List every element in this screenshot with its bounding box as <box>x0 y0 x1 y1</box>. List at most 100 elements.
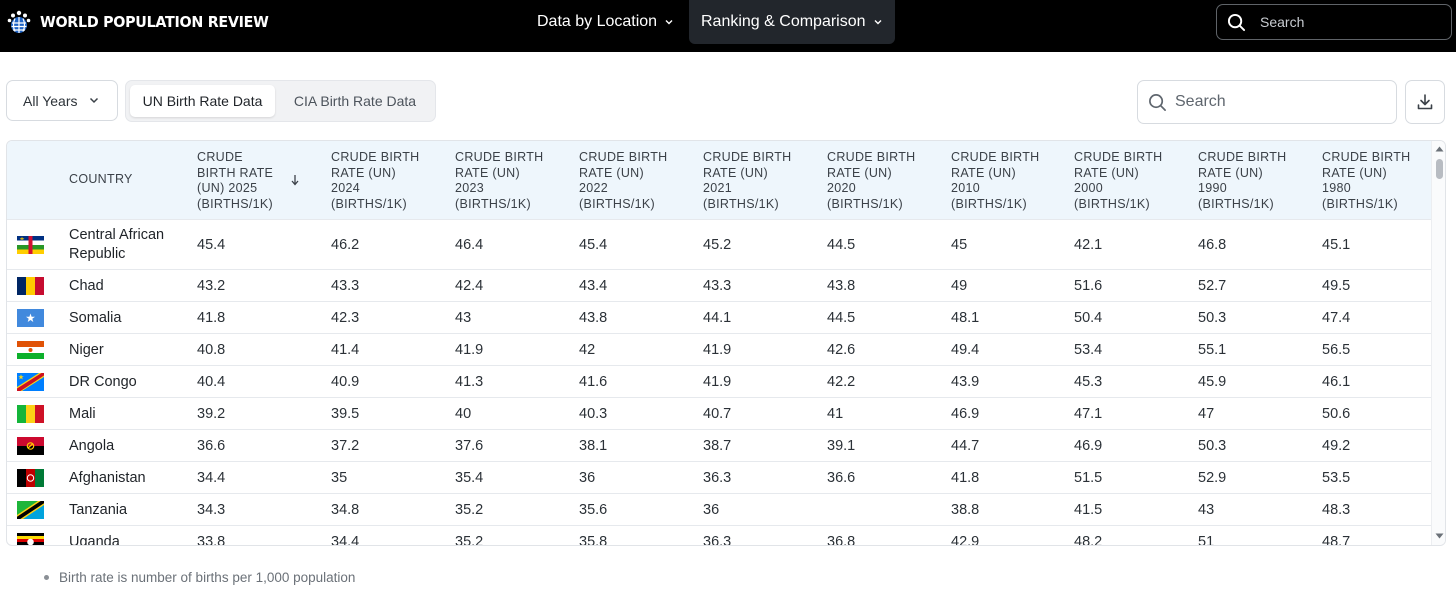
table-row[interactable]: Mali 39.2 39.5 40 40.3 40.7 41 46.9 47.1 47 50.6 <box>7 397 1431 429</box>
column-header-2024[interactable]: CRUDE BIRTH RATE (UN) 2024 (BIRTHS/1K) <box>331 150 423 212</box>
table-row[interactable]: Tanzania 34.3 34.8 35.2 35.6 36 38.8 41.5 43 48.3 <box>7 493 1431 525</box>
angola-flag-icon <box>17 437 44 455</box>
table-cell: 45.2 <box>703 237 732 253</box>
sort-descending-icon[interactable] <box>290 174 300 186</box>
country-name-link[interactable]: Angola <box>69 437 187 456</box>
site-search-box[interactable] <box>1216 4 1452 40</box>
table-row[interactable]: Somalia 41.8 42.3 43 43.8 44.1 44.5 48.1 50.4 50.… <box>7 301 1431 333</box>
table-cell: 41.9 <box>703 342 732 358</box>
logo-text: WORLD POPULATION REVIEW <box>40 13 269 31</box>
nav-ranking-comparison[interactable]: Ranking & Comparison <box>689 0 895 44</box>
column-header-2021[interactable]: CRUDE BIRTH RATE (UN) 2021 (BIRTHS/1K) <box>703 150 795 212</box>
bullet-icon <box>44 575 49 580</box>
table-cell: 39.2 <box>197 406 226 422</box>
table-cell: 34.4 <box>331 534 360 546</box>
column-header-2010[interactable]: CRUDE BIRTH RATE (UN) 2010 (BIRTHS/1K) <box>951 150 1043 212</box>
column-header-2022[interactable]: CRUDE BIRTH RATE (UN) 2022 (BIRTHS/1K) <box>579 150 671 212</box>
country-name-link[interactable]: Central African Republic <box>69 226 187 264</box>
table-cell: 56.5 <box>1322 342 1351 358</box>
table-cell: 53.5 <box>1322 470 1351 486</box>
nav-data-by-location[interactable]: Data by Location <box>537 0 674 44</box>
column-header-2025[interactable]: CRUDE BIRTH RATE (UN) 2025 (BIRTHS/1K) <box>197 150 283 212</box>
table-row[interactable]: Afghanistan 34.4 35 35.4 36 36.3 36.6 41.8 51.5 5… <box>7 461 1431 493</box>
somalia-flag-icon <box>17 309 44 327</box>
site-logo[interactable]: WORLD POPULATION REVIEW <box>6 9 288 35</box>
site-search-input[interactable] <box>1260 14 1440 30</box>
table-cell: 50.6 <box>1322 406 1351 422</box>
country-name-link[interactable]: DR Congo <box>69 373 187 392</box>
table-cell: 46.9 <box>951 406 980 422</box>
download-icon <box>1417 94 1433 110</box>
years-select[interactable]: All Years <box>6 80 118 121</box>
country-name-link[interactable]: Uganda <box>69 533 187 546</box>
tab-un-birth-rate[interactable]: UN Birth Rate Data <box>130 85 275 117</box>
table-cell: 51 <box>1198 534 1215 546</box>
table-row[interactable]: Angola 36.6 37.2 37.6 38.1 38.7 39.1 44.7 46.9 50… <box>7 429 1431 461</box>
table-cell: 50.4 <box>1074 310 1103 326</box>
table-cell: 35.8 <box>579 534 608 546</box>
column-header-2023[interactable]: CRUDE BIRTH RATE (UN) 2023 (BIRTHS/1K) <box>455 150 547 212</box>
table-cell: 46.8 <box>1198 237 1227 253</box>
table-cell: 46.2 <box>331 237 360 253</box>
table-cell: 34.8 <box>331 502 360 518</box>
country-name-link[interactable]: Afghanistan <box>69 469 187 488</box>
chevron-down-icon <box>665 20 673 25</box>
table-cell: 47.4 <box>1322 310 1351 326</box>
table-cell: 48.2 <box>1074 534 1103 546</box>
column-header-1980[interactable]: CRUDE BIRTH RATE (UN) 1980 (BIRTHS/1K) <box>1322 150 1414 212</box>
table-cell: 42.6 <box>827 342 856 358</box>
table-cell: 33.8 <box>197 534 226 546</box>
tab-cia-birth-rate[interactable]: CIA Birth Rate Data <box>278 85 432 117</box>
central-african-republic-flag-icon <box>17 236 44 254</box>
table-cell: 42 <box>579 342 596 358</box>
column-header-country[interactable]: COUNTRY <box>69 172 133 188</box>
table-search-input[interactable] <box>1175 93 1375 111</box>
years-select-value: All Years <box>23 92 78 109</box>
nav-item-label: Data by Location <box>537 13 658 30</box>
table-cell: 42.2 <box>827 374 856 390</box>
table-cell: 46.1 <box>1322 374 1351 390</box>
table-search-box[interactable] <box>1137 80 1397 124</box>
table-cell: 49 <box>951 278 968 294</box>
table-cell: 46.4 <box>455 237 484 253</box>
country-name-link[interactable]: Tanzania <box>69 501 187 520</box>
table-cell: 34.3 <box>197 502 226 518</box>
table-row[interactable]: Chad 43.2 43.3 42.4 43.4 43.3 43.8 49 51.6 52.7 49… <box>7 269 1431 301</box>
table-cell: 48.3 <box>1322 502 1351 518</box>
afghanistan-flag-icon <box>17 469 44 487</box>
table-cell: 44.1 <box>703 310 732 326</box>
table-cell: 43 <box>455 310 472 326</box>
table-cell: 50.3 <box>1198 438 1227 454</box>
table-cell: 45.4 <box>197 237 226 253</box>
table-cell: 53.4 <box>1074 342 1103 358</box>
table-cell: 55.1 <box>1198 342 1227 358</box>
country-name-link[interactable]: Chad <box>69 277 187 296</box>
data-source-tabs: UN Birth Rate Data CIA Birth Rate Data <box>125 80 436 122</box>
table-cell: 45 <box>951 237 968 253</box>
table-cell: 49.2 <box>1322 438 1351 454</box>
scrollbar-thumb[interactable] <box>1436 159 1443 179</box>
scroll-down-arrow-icon[interactable] <box>1435 533 1444 539</box>
column-header-1990[interactable]: CRUDE BIRTH RATE (UN) 1990 (BIRTHS/1K) <box>1198 150 1290 212</box>
table-cell: 41.4 <box>331 342 360 358</box>
table-cell: 45.4 <box>579 237 608 253</box>
table-row[interactable]: Central African Republic 45.4 46.2 46.4 45.4… <box>7 219 1431 269</box>
country-name-link[interactable]: Somalia <box>69 309 187 328</box>
niger-flag-icon <box>17 341 44 359</box>
column-header-2000[interactable]: CRUDE BIRTH RATE (UN) 2000 (BIRTHS/1K) <box>1074 150 1166 212</box>
birth-rate-table: COUNTRY CRUDE BIRTH RATE (UN) 2025 (BIRT… <box>6 140 1446 546</box>
country-name-link[interactable]: Niger <box>69 341 187 360</box>
table-row[interactable]: Uganda 33.8 34.4 35.2 35.8 36.3 36.8 42.9 48.2 51… <box>7 525 1431 546</box>
table-row[interactable]: DR Congo 40.4 40.9 41.3 41.6 41.9 42.2 43.9 45.3… <box>7 365 1431 397</box>
download-button[interactable] <box>1405 80 1445 124</box>
table-cell: 41.9 <box>703 374 732 390</box>
table-row[interactable]: Niger 40.8 41.4 41.9 42 41.9 42.6 49.4 53.4 55.1 5… <box>7 333 1431 365</box>
scroll-up-arrow-icon[interactable] <box>1435 146 1444 152</box>
table-scrollbar[interactable] <box>1431 141 1445 545</box>
footnote-text: Birth rate is number of births per 1,000… <box>59 570 356 585</box>
column-header-2020[interactable]: CRUDE BIRTH RATE (UN) 2020 (BIRTHS/1K) <box>827 150 919 212</box>
table-cell: 42.3 <box>331 310 360 326</box>
country-name-link[interactable]: Mali <box>69 405 187 424</box>
table-cell: 45.9 <box>1198 374 1227 390</box>
table-cell: 51.5 <box>1074 470 1103 486</box>
